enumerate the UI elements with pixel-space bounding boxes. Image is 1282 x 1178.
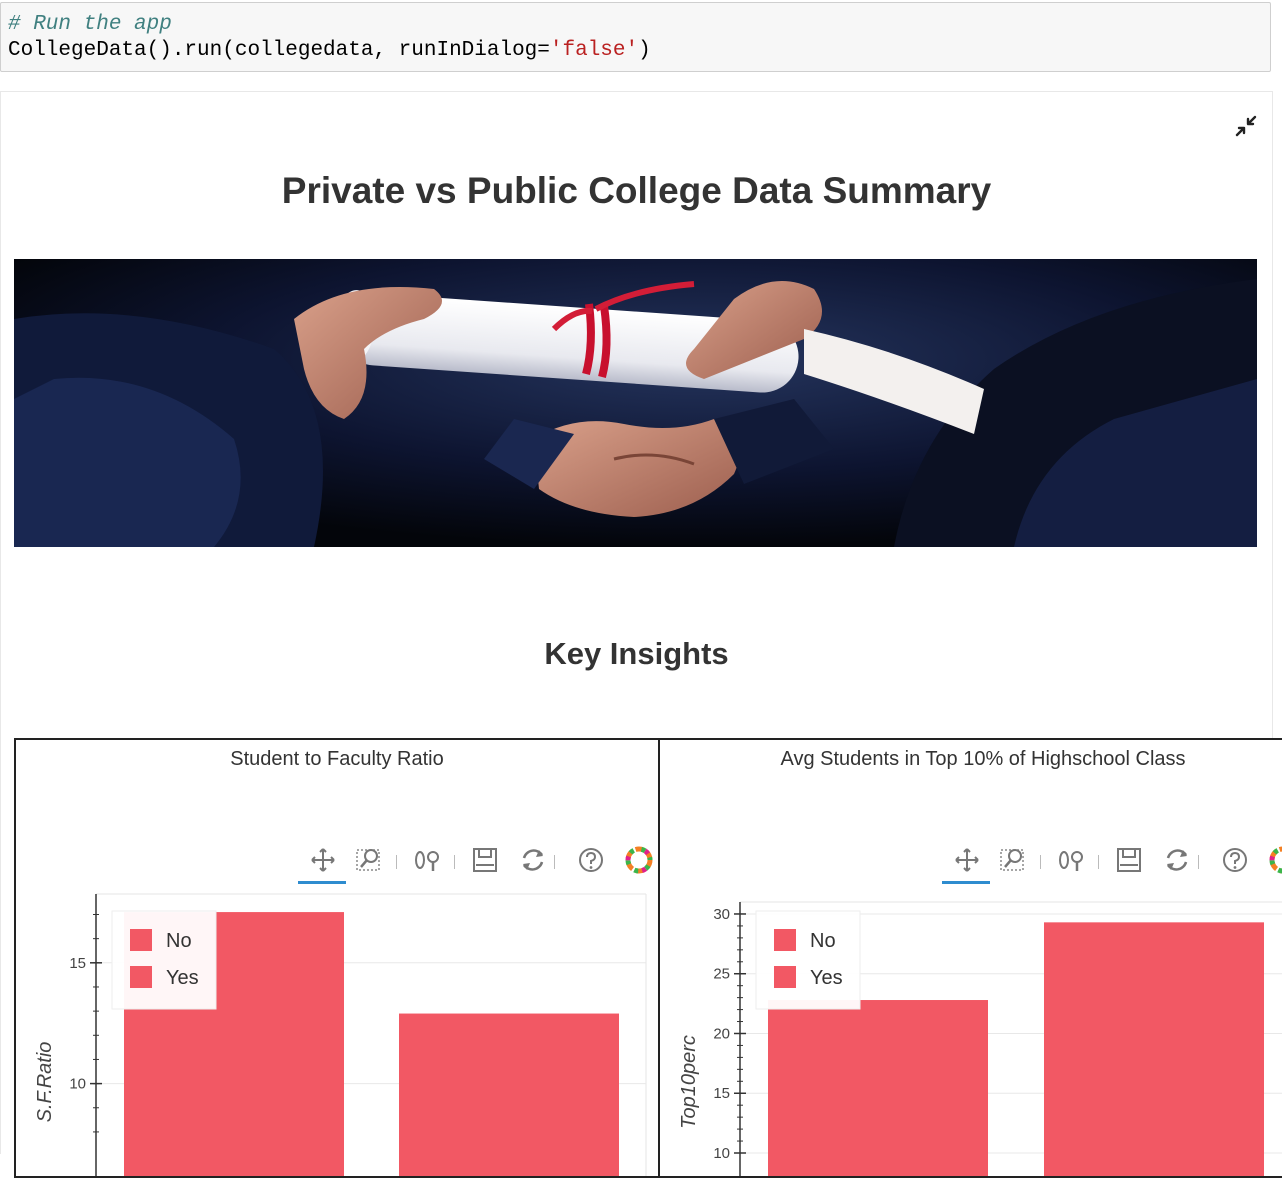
chart-legend: No Yes — [111, 910, 217, 1010]
diploma-banner-image — [14, 259, 1257, 547]
y-tick-label: 10 — [69, 1076, 86, 1093]
y-tick-label: 15 — [713, 1085, 730, 1102]
page-title: Private vs Public College Data Summary — [281, 170, 992, 211]
bar-chart-student-faculty-ratio: 10 15 S.F.Ratio No Yes — [34, 893, 647, 1176]
diploma-handover-photo — [14, 259, 1257, 547]
legend-box — [755, 910, 861, 1010]
y-tick-label: 30 — [713, 906, 730, 923]
legend-swatch — [774, 966, 796, 988]
bar-chart-top10perc: 1015202530Top10percNoYes — [678, 901, 1282, 1176]
bar-yes — [399, 1013, 619, 1176]
y-tick-label: 20 — [713, 1025, 730, 1042]
code-comment: # Run the app — [8, 13, 172, 36]
bar-yes — [1044, 922, 1264, 1176]
legend-label-no: No — [810, 930, 836, 952]
y-axis-label: Top10perc — [678, 1035, 700, 1129]
code-statement: CollegeData().run(collegedata, runInDial… — [8, 39, 651, 62]
legend-box — [111, 910, 217, 1010]
legend-label-yes: Yes — [810, 967, 843, 989]
legend-swatch — [774, 929, 796, 951]
y-tick-label: 25 — [713, 966, 730, 983]
legend-label-yes: Yes — [166, 967, 199, 989]
legend-swatch — [130, 929, 152, 951]
chart-panel-top10perc: Avg Students in Top 10% of Highschool Cl… — [658, 738, 1282, 1178]
code-cell[interactable]: # Run the app CollegeData().run(colleged… — [0, 2, 1271, 72]
y-tick-label: 15 — [69, 955, 86, 972]
collapse-arrows-icon[interactable] — [1234, 114, 1258, 138]
legend-label-no: No — [166, 930, 192, 952]
code-close-paren: ) — [638, 39, 651, 62]
legend-swatch — [130, 966, 152, 988]
code-call: CollegeData().run(collegedata, runInDial… — [8, 39, 550, 62]
y-axis-label: S.F.Ratio — [34, 1042, 56, 1123]
bar-no — [768, 1000, 988, 1176]
code-string-literal: 'false' — [549, 39, 639, 62]
chart-panel-student-faculty-ratio: Student to Faculty Ratio 10 15 S.F.Ratio No… — [14, 738, 660, 1178]
chart-legend: No Yes — [755, 910, 861, 1010]
section-title: Key Insights — [544, 636, 729, 671]
